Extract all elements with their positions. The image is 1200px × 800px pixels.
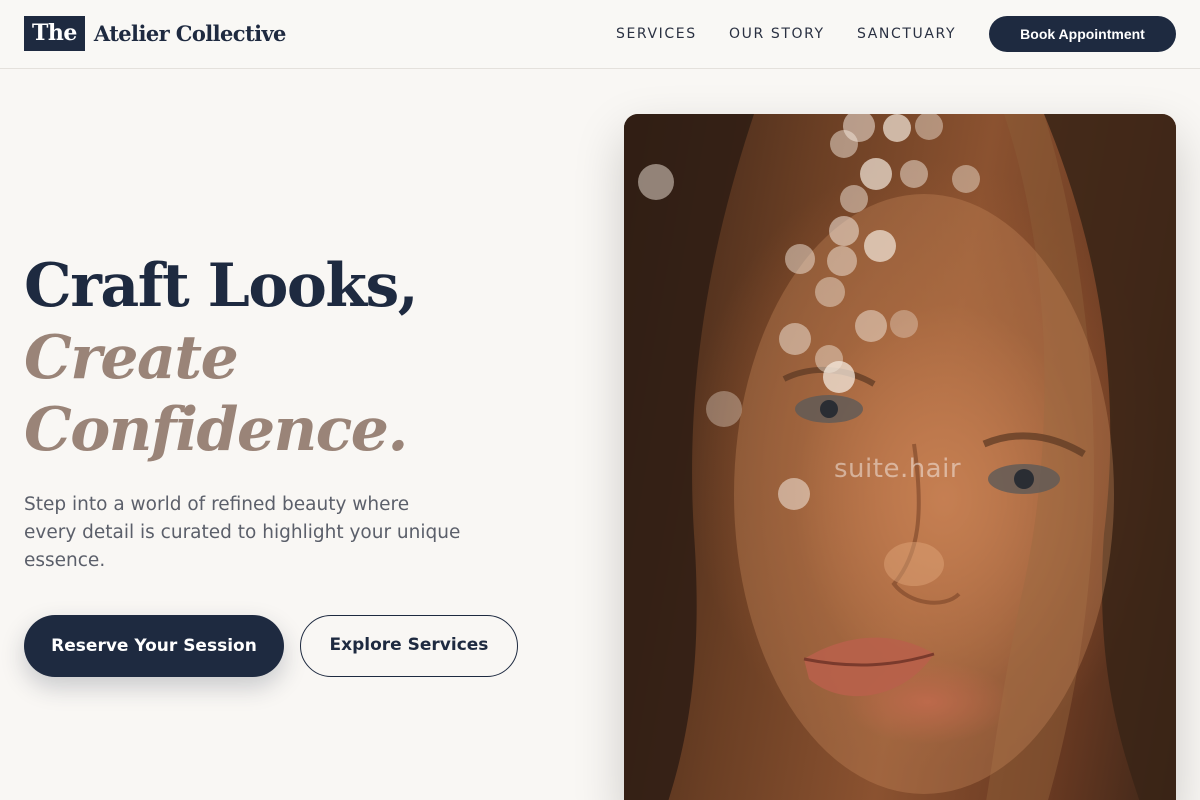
hero-title-line-2: Create bbox=[24, 323, 239, 393]
reserve-session-button[interactable]: Reserve Your Session bbox=[24, 615, 284, 677]
nav-link-sanctuary[interactable]: SANCTUARY bbox=[857, 24, 956, 44]
hero-title-line-1: Craft Looks, bbox=[24, 251, 419, 321]
hero-portrait-image: suite.hair bbox=[624, 114, 1176, 800]
logo[interactable]: The Atelier Collective bbox=[24, 16, 286, 51]
hero-title-line-3: Confidence. bbox=[24, 395, 408, 465]
nav-link-our-story[interactable]: OUR STORY bbox=[729, 24, 825, 44]
nav-link-services[interactable]: SERVICES bbox=[616, 24, 697, 44]
site-header: The Atelier Collective SERVICES OUR STOR… bbox=[0, 0, 1200, 69]
logo-text: Atelier Collective bbox=[93, 21, 287, 46]
hero-title: Craft Looks, Create Confidence. bbox=[24, 250, 584, 466]
hero-subtitle: Step into a world of refined beauty wher… bbox=[24, 494, 461, 571]
book-appointment-button[interactable]: Book Appointment bbox=[989, 16, 1176, 52]
logo-mark: The bbox=[24, 16, 85, 51]
photo-watermark: suite.hair bbox=[834, 454, 962, 484]
explore-services-button[interactable]: Explore Services bbox=[300, 615, 518, 677]
